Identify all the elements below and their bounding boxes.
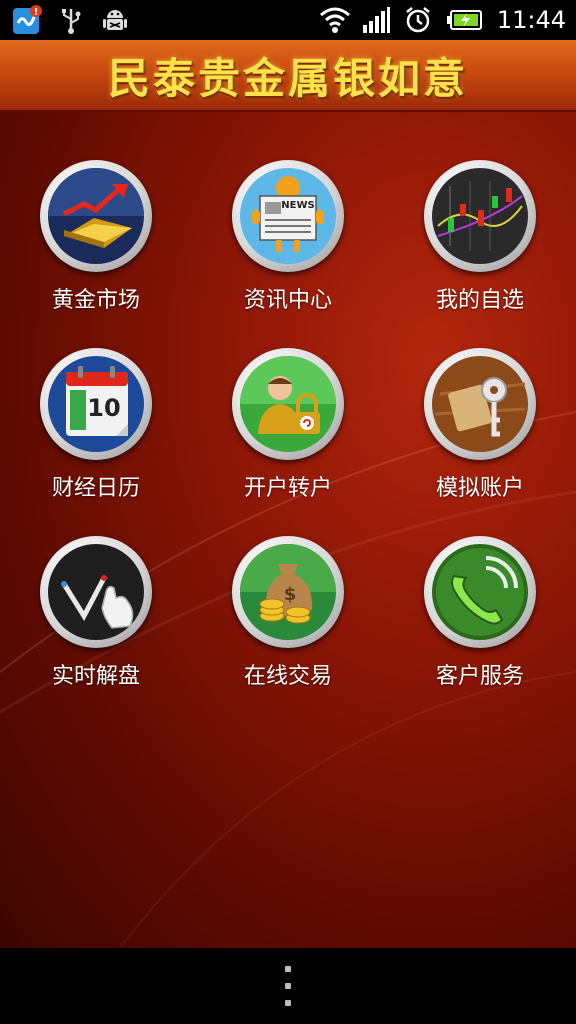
overflow-menu-button[interactable] xyxy=(272,966,304,1006)
menu-item-label: 资讯中心 xyxy=(243,288,332,313)
menu-item-calendar[interactable]: 10 财经日历 xyxy=(0,348,192,518)
gold-market-icon xyxy=(48,168,144,264)
menu-item-demo-account[interactable]: 模拟账户 xyxy=(384,348,576,518)
menu-item-label: 模拟账户 xyxy=(435,476,524,501)
menu-item-watchlist[interactable]: 我的自选 xyxy=(384,160,576,330)
menu-item-label: 我的自选 xyxy=(435,288,524,313)
clock: 11:44 xyxy=(496,6,566,34)
menu-grid: 黄金市场 NEWS 资讯中心 我的自选 10 财经日历 开户转户 模拟账户 实时… xyxy=(0,112,576,948)
menu-item-label: 在线交易 xyxy=(243,664,332,689)
menu-item-label: 实时解盘 xyxy=(51,664,140,689)
account-transfer-icon xyxy=(240,356,336,452)
app-title: 民泰贵金属银如意 xyxy=(107,53,468,103)
menu-item-label: 财经日历 xyxy=(51,476,140,501)
calendar-icon: 10 xyxy=(48,356,144,452)
app-notification-icon[interactable]: ! xyxy=(12,5,42,35)
candlestick-chart-icon xyxy=(432,168,528,264)
wifi-icon xyxy=(319,5,350,35)
menu-item-account-transfer[interactable]: 开户转户 xyxy=(192,348,384,518)
signal-icon xyxy=(361,5,391,35)
menu-item-news[interactable]: NEWS 资讯中心 xyxy=(192,160,384,330)
menu-item-label: 黄金市场 xyxy=(51,288,140,313)
menu-item-gold-market[interactable]: 黄金市场 xyxy=(0,160,192,330)
menu-item-customer-service[interactable]: 客户服务 xyxy=(384,536,576,706)
android-debug-icon xyxy=(100,5,130,35)
phone-icon xyxy=(432,544,528,640)
main-area: 黄金市场 NEWS 资讯中心 我的自选 10 财经日历 开户转户 模拟账户 实时… xyxy=(0,112,576,948)
usb-icon xyxy=(56,5,86,35)
menu-item-online-trading[interactable]: $ 在线交易 xyxy=(192,536,384,706)
menu-item-label: 客户服务 xyxy=(435,664,524,689)
news-icon: NEWS xyxy=(240,168,336,264)
svg-text:NEWS: NEWS xyxy=(281,200,314,211)
svg-text:$: $ xyxy=(284,584,297,605)
navigation-bar xyxy=(0,948,576,1024)
battery-charging-icon xyxy=(445,5,485,35)
alarm-icon xyxy=(403,5,433,35)
svg-text:!: ! xyxy=(34,7,39,18)
menu-item-live-analysis[interactable]: 实时解盘 xyxy=(0,536,192,706)
touch-chart-icon xyxy=(48,544,144,640)
key-icon xyxy=(432,356,528,452)
title-bar: 民泰贵金属银如意 xyxy=(0,40,576,112)
menu-item-label: 开户转户 xyxy=(243,476,332,501)
money-bag-icon: $ xyxy=(240,544,336,640)
status-bar: ! 11:44 xyxy=(0,0,576,40)
svg-text:10: 10 xyxy=(87,394,120,422)
